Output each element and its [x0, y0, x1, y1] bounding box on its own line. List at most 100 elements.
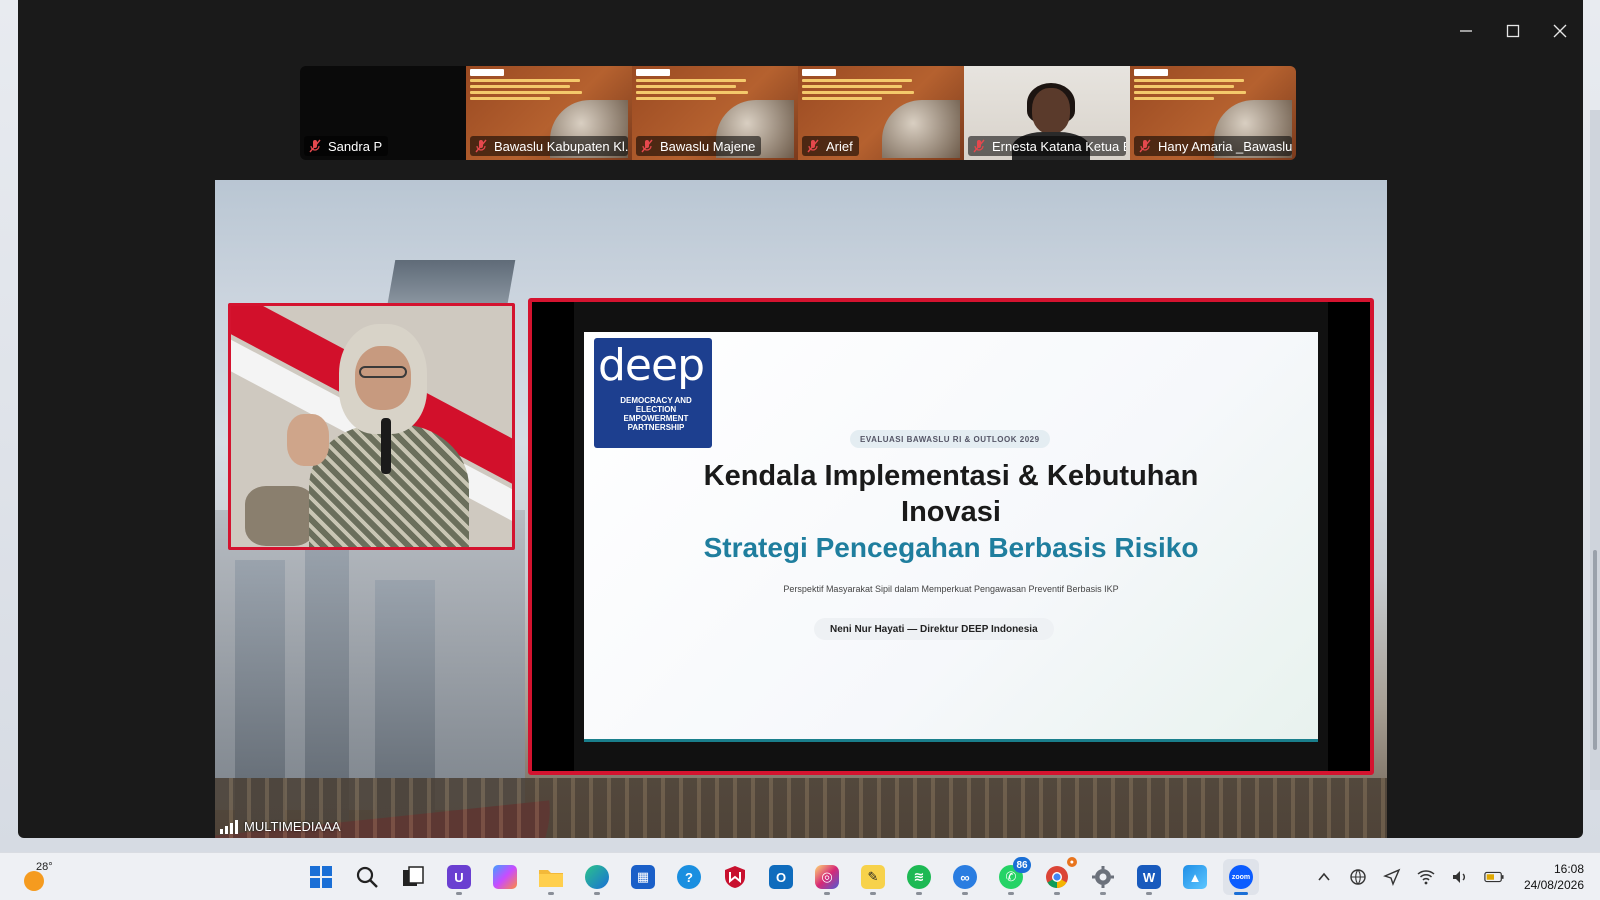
speaker-bag: [245, 486, 315, 546]
shared-screen[interactable]: deep DEMOCRACY AND ELECTION EMPOWERMENT …: [215, 180, 1387, 838]
shield-icon: [725, 866, 745, 888]
taskbar-app-zoom[interactable]: zoom: [1223, 859, 1259, 895]
background-floor-lights: [215, 778, 1387, 838]
presentation-frame: deep DEMOCRACY AND ELECTION EMPOWERMENT …: [528, 298, 1374, 775]
taskbar-app-copilot[interactable]: [487, 859, 523, 895]
taskbar-app-outlook[interactable]: O: [763, 859, 799, 895]
running-indicator: [962, 892, 968, 895]
maximize-button[interactable]: [1489, 0, 1536, 62]
speaker-hand: [287, 414, 329, 466]
poster-text-line: [470, 79, 580, 82]
presenter-label: MULTIMEDIAAA: [220, 819, 341, 834]
participant-tile[interactable]: Ernesta Katana Ketua B...: [964, 66, 1130, 160]
zoom-meeting-window: Sandra P Bawaslu Kabupaten Kl... Bawaslu…: [18, 0, 1583, 838]
clock[interactable]: 16:08 24/08/2026: [1524, 861, 1584, 893]
tray-location[interactable]: [1382, 867, 1402, 887]
weather-widget[interactable]: 28°: [18, 861, 58, 893]
zoom-icon: zoom: [1229, 865, 1253, 889]
tray-network-status[interactable]: [1348, 867, 1368, 887]
taskbar-app-edge[interactable]: [579, 859, 615, 895]
show-hidden-icons-button[interactable]: [1314, 867, 1334, 887]
tray-wifi[interactable]: [1416, 867, 1436, 887]
taskbar-app-spotify[interactable]: ≋: [901, 859, 937, 895]
minimize-button[interactable]: [1442, 0, 1489, 62]
participant-tile[interactable]: Sandra P: [300, 66, 466, 160]
poster-text-line: [636, 79, 746, 82]
taskbar-app-photos[interactable]: ▲: [1177, 859, 1213, 895]
weather-sun-icon: [24, 871, 44, 891]
running-indicator: [594, 892, 600, 895]
poster-logo: [802, 69, 836, 76]
instagram-icon: ◎: [815, 865, 839, 889]
poster-text-line: [1134, 85, 1234, 88]
globe-icon: [1350, 869, 1366, 885]
mic-muted-icon: [309, 139, 321, 153]
running-indicator: [1234, 892, 1248, 895]
participant-name-bar: Ernesta Katana Ketua B...: [968, 136, 1126, 156]
outlook-icon: O: [769, 865, 793, 889]
participant-name: Bawaslu Majene: [660, 138, 756, 154]
close-button[interactable]: [1536, 0, 1583, 62]
taskbar-app-ucweb[interactable]: U: [441, 859, 477, 895]
poster-text-line: [802, 97, 882, 100]
running-indicator: [870, 892, 876, 895]
participant-strip: Sandra P Bawaslu Kabupaten Kl... Bawaslu…: [300, 66, 1296, 160]
tray-battery[interactable]: [1484, 867, 1504, 887]
taskbar-app-instagram[interactable]: ◎: [809, 859, 845, 895]
taskbar-apps: U ▦ ? O ◎ ✎ ≋ ∞ ✆ 86 ● W ▲ zoom: [303, 857, 1259, 895]
slide-subtitle: Perspektif Masyarakat Sipil dalam Memper…: [783, 584, 1119, 594]
taskbar-app-file-explorer[interactable]: [533, 859, 569, 895]
scrollbar-thumb[interactable]: [1593, 550, 1597, 750]
taskbar-app-word[interactable]: W: [1131, 859, 1167, 895]
poster-logo: [470, 69, 504, 76]
poster-text-line: [470, 97, 550, 100]
taskbar-app-whatsapp[interactable]: ✆ 86: [993, 857, 1031, 895]
video-feed-face: [1032, 88, 1070, 134]
running-indicator: [1146, 892, 1152, 895]
tray-volume[interactable]: [1450, 867, 1470, 887]
presentation-slide: deep DEMOCRACY AND ELECTION EMPOWERMENT …: [584, 332, 1318, 742]
poster-text-line: [802, 79, 912, 82]
poster-text-line: [802, 91, 914, 94]
taskbar-app-messenger[interactable]: ∞: [947, 859, 983, 895]
participant-tile[interactable]: Hany Amaria _Bawaslu...: [1130, 66, 1296, 160]
photos-icon: ▲: [1183, 865, 1207, 889]
participant-name: Bawaslu Kabupaten Kl...: [494, 138, 628, 154]
search-icon: [356, 866, 378, 888]
logo-subtitle: DEMOCRACY AND ELECTION EMPOWERMENT PARTN…: [620, 396, 692, 432]
participant-tile[interactable]: Arief: [798, 66, 964, 160]
taskbar-app-chrome[interactable]: ●: [1039, 857, 1077, 895]
poster-text-line: [636, 97, 716, 100]
deep-logo: deep DEMOCRACY AND ELECTION EMPOWERMENT …: [594, 338, 712, 448]
slide-author: Neni Nur Hayati — Direktur DEEP Indonesi…: [814, 618, 1054, 640]
mic-muted-icon: [973, 139, 985, 153]
desktop-scrollbar[interactable]: [1590, 110, 1600, 790]
search-button[interactable]: [349, 859, 385, 895]
participant-tile[interactable]: Bawaslu Kabupaten Kl...: [466, 66, 632, 160]
slide-title-line1: Kendala Implementasi & Kebutuhan: [703, 460, 1199, 492]
taskbar-app-store[interactable]: ▦: [625, 859, 661, 895]
poster-photo: [882, 100, 960, 158]
word-icon: W: [1137, 865, 1161, 889]
sticky-notes-icon: ✎: [861, 865, 885, 889]
close-icon: [1553, 24, 1566, 38]
window-controls: [1442, 0, 1583, 62]
signal-strength-icon: [220, 819, 238, 834]
task-view-button[interactable]: [395, 859, 431, 895]
taskbar-app-mcafee[interactable]: [717, 859, 753, 895]
start-button[interactable]: [303, 859, 339, 895]
slide-tagline: EVALUASI BAWASLU RI & OUTLOOK 2029: [850, 430, 1050, 448]
letterbox-left: [532, 302, 574, 771]
taskbar-app-help[interactable]: ?: [671, 859, 707, 895]
poster-text-line: [636, 85, 736, 88]
poster-text-line: [636, 91, 748, 94]
location-arrow-icon: [1382, 868, 1401, 886]
participant-name-bar: Arief: [802, 136, 859, 156]
slide-title-line2: Inovasi: [901, 496, 1001, 528]
running-indicator: [824, 892, 830, 895]
wifi-icon: [1417, 870, 1435, 885]
taskbar-app-sticky-notes[interactable]: ✎: [855, 859, 891, 895]
store-icon: ▦: [631, 865, 655, 889]
taskbar-app-settings[interactable]: [1085, 859, 1121, 895]
participant-tile[interactable]: Bawaslu Majene: [632, 66, 798, 160]
